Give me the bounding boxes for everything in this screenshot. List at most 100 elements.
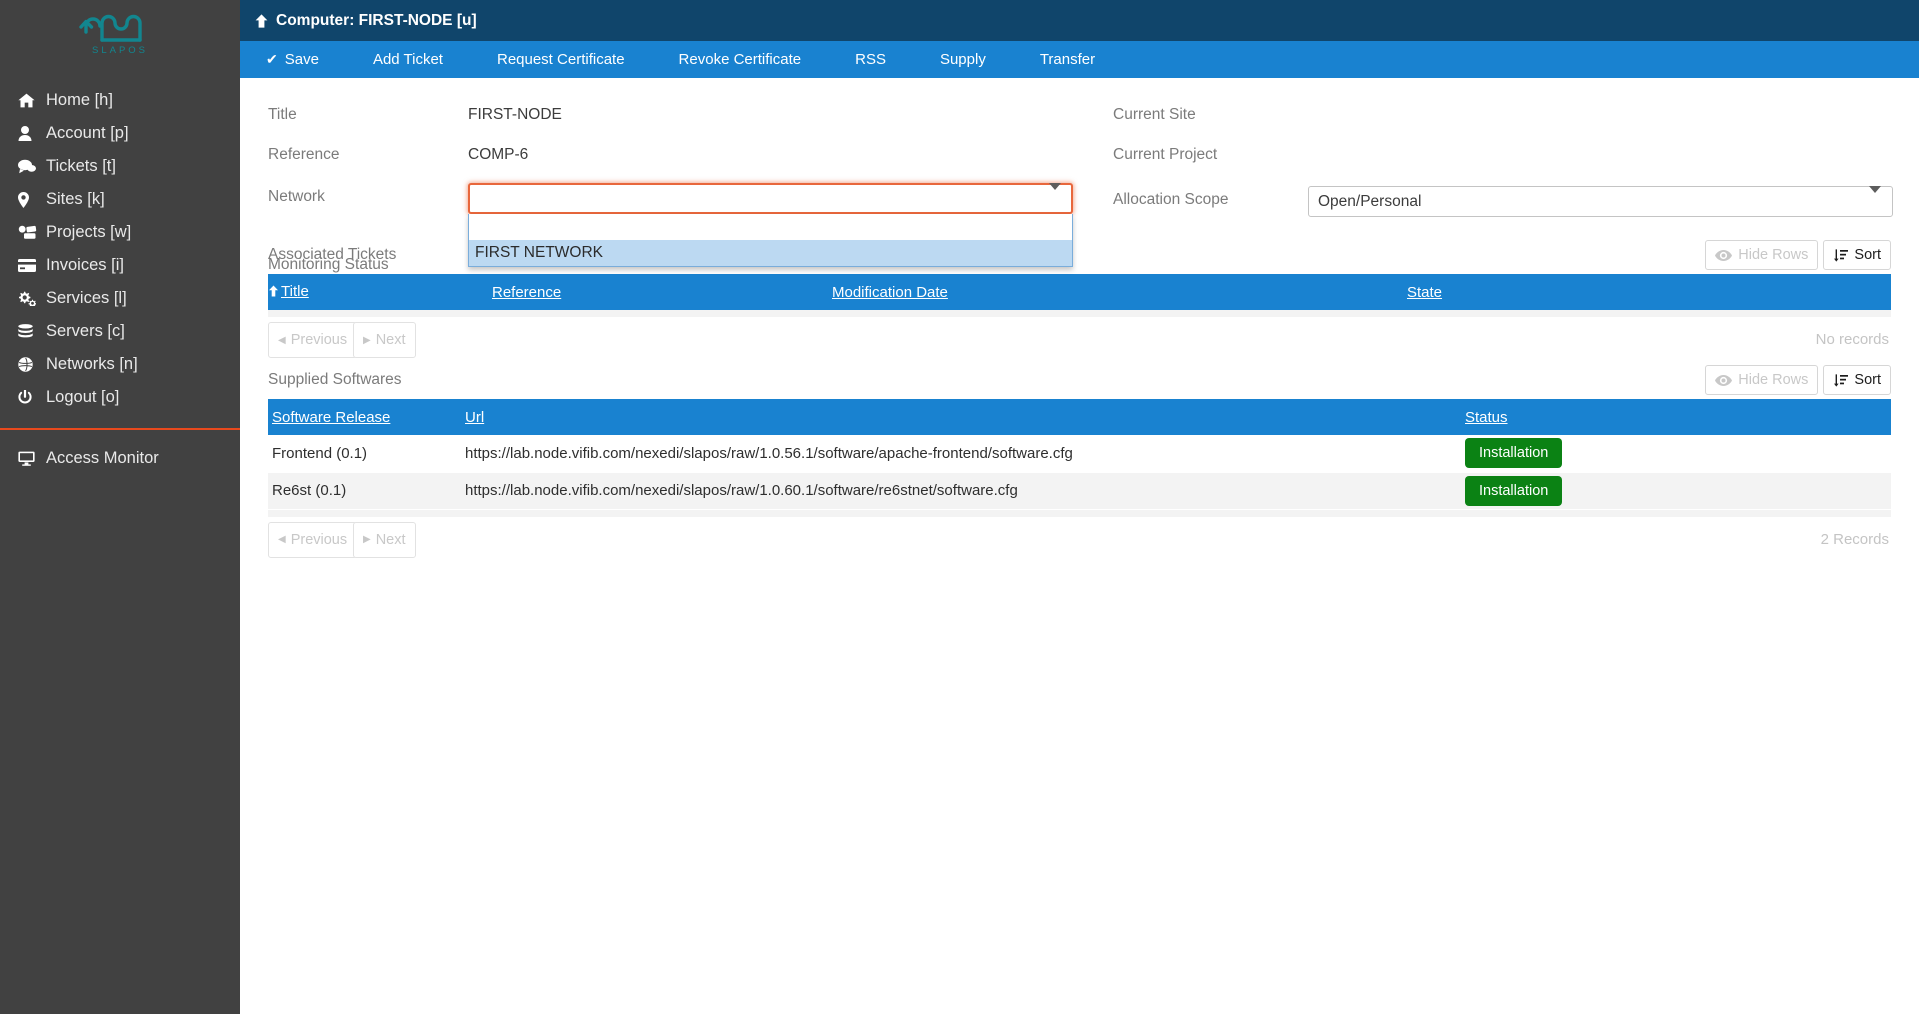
transfer-button[interactable]: Transfer (1029, 41, 1106, 78)
column-header-status[interactable]: Status (1461, 399, 1891, 435)
sidebar-item-logout[interactable]: Logout [o] (0, 381, 240, 414)
title-value: FIRST-NODE (468, 106, 562, 123)
column-header-software-release[interactable]: Software Release (268, 399, 461, 435)
supply-label: Supply (939, 51, 986, 68)
field-allocation-scope: Allocation Scope Open/Personal (1113, 185, 1893, 217)
triangle-left-icon: ◀ (278, 334, 286, 346)
sidebar-item-services[interactable]: Services [l] (0, 282, 240, 315)
sidebar-item-label: Logout [o] (46, 388, 120, 406)
triangle-left-icon: ◀ (278, 534, 286, 545)
sidebar-item-label: Services [l] (46, 289, 127, 307)
save-button[interactable]: ✔ Save (255, 41, 330, 78)
cell-status: Installation (1461, 472, 1891, 510)
sidebar-item-networks[interactable]: Networks [n] (0, 348, 240, 381)
field-title: Title FIRST-NODE (268, 106, 562, 124)
cell-url: https://lab.node.vifib.com/nexedi/slapos… (461, 435, 1461, 473)
network-option-blank[interactable] (469, 214, 1072, 240)
revoke-certificate-button[interactable]: Revoke Certificate (668, 41, 813, 78)
network-options-list: FIRST NETWORK (468, 214, 1073, 267)
sidebar-item-access-monitor[interactable]: Access Monitor (0, 442, 240, 475)
column-header-state[interactable]: State (1403, 274, 1891, 310)
revoke-certificate-label: Revoke Certificate (678, 51, 802, 68)
power-icon (18, 390, 46, 405)
status-badge[interactable]: Installation (1465, 438, 1563, 469)
chevron-down-icon (1049, 182, 1061, 208)
supplied-softwares-header: Supplied Softwares Hide Rows Sort (268, 365, 1891, 399)
add-ticket-button[interactable]: Add Ticket (362, 41, 454, 78)
hide-rows-button[interactable]: Hide Rows (1705, 365, 1819, 395)
next-label: Next (375, 531, 406, 548)
sort-label: Sort (1854, 372, 1881, 388)
eye-icon (1715, 374, 1733, 386)
field-label: Reference (268, 146, 340, 163)
supply-button[interactable]: Supply (929, 41, 997, 78)
record-count: No records (1815, 331, 1889, 348)
arrow-up-icon[interactable] (255, 13, 268, 28)
request-certificate-button[interactable]: Request Certificate (486, 41, 636, 78)
field-reference: Reference COMP-6 (268, 146, 528, 164)
credit-card-icon (18, 259, 46, 272)
column-header-label: Status (1465, 408, 1508, 426)
sidebar-item-servers[interactable]: Servers [c] (0, 315, 240, 348)
table-row[interactable]: Re6st (0.1) https://lab.node.vifib.com/n… (268, 472, 1891, 510)
supplied-softwares-section: Supplied Softwares Hide Rows Sort Softwa… (268, 365, 1891, 564)
field-network: Network FIRST NETWORK (268, 182, 1073, 267)
sort-icon (1834, 248, 1849, 262)
sidebar-item-projects[interactable]: Projects [w] (0, 216, 240, 249)
sort-label: Sort (1854, 247, 1881, 263)
record-count: 2 Records (1820, 530, 1889, 548)
sort-button[interactable]: Sort (1823, 365, 1891, 395)
sidebar-item-home[interactable]: Home [h] (0, 84, 240, 117)
slapos-cloud-logo-icon: SLAPOS (79, 14, 148, 56)
column-header-label: Title (281, 282, 309, 300)
map-marker-icon (18, 191, 46, 208)
field-current-project: Current Project (1113, 146, 1313, 164)
column-header-title[interactable]: Title (268, 274, 488, 310)
hide-rows-button[interactable]: Hide Rows (1705, 240, 1819, 270)
rss-button[interactable]: RSS (844, 41, 897, 78)
sidebar-divider (0, 428, 240, 430)
rss-label: RSS (855, 51, 886, 68)
brand-logo[interactable]: SLAPOS (0, 0, 240, 62)
action-toolbar: ✔ Save Add Ticket Request Certificate Re… (240, 41, 1919, 78)
network-select[interactable] (468, 182, 1073, 214)
triangle-right-icon: ▶ (363, 534, 371, 545)
field-label: Current Site (1113, 106, 1196, 123)
sidebar-nav: Home [h] Account [p] Tickets [t] Sites [… (0, 84, 240, 414)
column-header-label: State (1407, 283, 1443, 301)
table-body: Frontend (0.1) https://lab.node.vifib.co… (268, 435, 1891, 510)
column-header-reference[interactable]: Reference (488, 274, 828, 310)
sidebar-item-sites[interactable]: Sites [k] (0, 183, 240, 216)
field-current-site: Current Site (1113, 106, 1313, 124)
associated-tickets-table: Title Reference Modification Date State (268, 274, 1891, 310)
associated-tickets-title: Associated Tickets (268, 246, 397, 263)
svg-text:SLAPOS: SLAPOS (92, 45, 148, 56)
network-option-first-network[interactable]: FIRST NETWORK (469, 240, 1072, 266)
previous-button[interactable]: ◀ Previous (268, 521, 358, 558)
sort-button[interactable]: Sort (1823, 240, 1891, 270)
sidebar-item-tickets[interactable]: Tickets [t] (0, 150, 240, 183)
table-row[interactable]: Frontend (0.1) https://lab.node.vifib.co… (268, 435, 1891, 473)
column-header-modification-date[interactable]: Modification Date (828, 274, 1403, 310)
column-header-label: Software Release (272, 408, 391, 426)
sidebar: SLAPOS Home [h] Account [p] Tickets [t] (0, 0, 240, 1014)
field-label: Network (268, 188, 325, 205)
next-label: Next (375, 332, 406, 348)
sidebar-item-account[interactable]: Account [p] (0, 117, 240, 150)
column-header-url[interactable]: Url (461, 399, 1461, 435)
triangle-right-icon: ▶ (363, 334, 371, 346)
sort-asc-icon (268, 285, 279, 297)
computer-form: Title FIRST-NODE Reference COMP-6 Networ… (240, 78, 1919, 273)
chevron-down-icon (1869, 185, 1881, 211)
allocation-scope-select[interactable]: Open/Personal (1308, 185, 1893, 217)
previous-label: Previous (290, 531, 348, 548)
sidebar-item-label: Sites [k] (46, 190, 105, 208)
next-button[interactable]: ▶ Next (353, 521, 416, 558)
transfer-label: Transfer (1039, 51, 1096, 68)
previous-button[interactable]: ◀ Previous (268, 322, 358, 358)
status-badge[interactable]: Installation (1465, 475, 1563, 506)
page-header: Computer: FIRST-NODE [u] (240, 0, 1919, 41)
home-icon (18, 93, 46, 108)
sidebar-item-invoices[interactable]: Invoices [i] (0, 249, 240, 282)
next-button[interactable]: ▶ Next (353, 322, 416, 358)
